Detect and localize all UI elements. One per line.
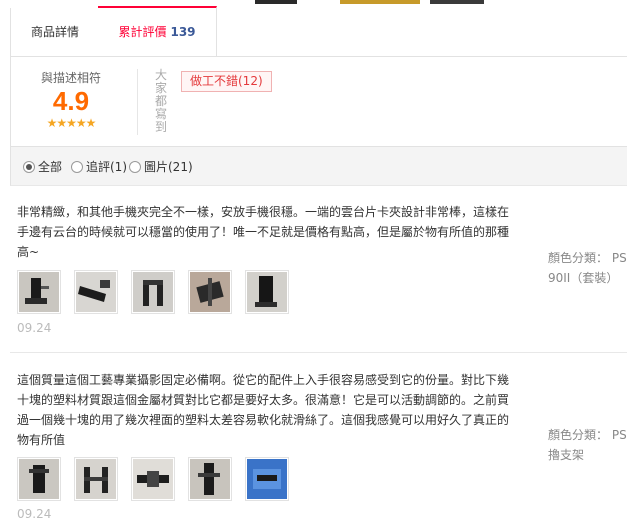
review-item: 非常精緻，和其他手機夾完全不一樣，安放手機很穩。一端的雲台片卡夾設計非常棒，這樣… (10, 198, 627, 343)
banner-fragment (255, 0, 297, 4)
review-photo[interactable] (17, 270, 61, 314)
filter-label: 圖片(21) (144, 160, 193, 174)
star-rating: ★★★★★ (46, 116, 97, 130)
banner-fragment (430, 0, 484, 4)
keyword-tags: 做工不錯(12) (181, 71, 272, 92)
review-photos (17, 457, 289, 501)
review-filter-bar: 全部 追評(1) 圖片(21) (10, 147, 627, 186)
filter-follow-up[interactable]: 追評(1) (71, 158, 127, 175)
review-sku: 顏色分類： PS-擼支架 (548, 425, 627, 465)
review-text: 非常精緻，和其他手機夾完全不一樣，安放手機很穩。一端的雲台片卡夾設計非常棒，這樣… (17, 205, 510, 259)
review-photo[interactable] (188, 270, 232, 314)
review-photo[interactable] (74, 457, 118, 501)
review-date: 09.24 (17, 321, 52, 335)
tab-product-details[interactable]: 商品詳情 (10, 8, 100, 56)
review-sku: 顏色分類： PS-90II（套裝） (548, 248, 627, 288)
filter-label: 全部 (38, 160, 63, 174)
review-photo[interactable] (131, 457, 175, 501)
review-count: 139 (170, 25, 196, 39)
radio-icon[interactable] (129, 160, 141, 173)
top-banner-strip (0, 0, 627, 4)
sku-label: 顏色分類： (548, 251, 609, 265)
filter-images[interactable]: 圖片(21) (129, 158, 193, 175)
review-photo[interactable] (74, 270, 118, 314)
rating-summary: 與描述相符 4.9 ★★★★★ 大家都寫到 做工不錯(12) (10, 57, 627, 146)
rating-label: 與描述相符 (40, 71, 101, 85)
radio-icon[interactable] (71, 160, 83, 173)
tab-reviews[interactable]: 累計評價 139 (98, 6, 217, 56)
radio-selected-icon[interactable] (23, 160, 35, 173)
review-text: 這個質量這個工藝專業攝影固定必備啊。從它的配件上入手很容易感受到它的份量。對比下… (17, 373, 510, 447)
review-photo[interactable] (188, 457, 232, 501)
keyword-tag[interactable]: 做工不錯(12) (181, 71, 272, 92)
divider (137, 69, 138, 135)
tab-label: 商品詳情 (30, 25, 79, 39)
review-date: 09.24 (17, 507, 52, 521)
tab-label: 累計評價 (118, 25, 167, 39)
banner-fragment (340, 0, 420, 4)
rating-score: 4.9 (52, 86, 90, 116)
detail-tabs: 商品詳情 累計評價 139 (10, 6, 627, 57)
sku-label: 顏色分類： (548, 428, 609, 442)
filter-label: 追評(1) (86, 160, 127, 174)
divider (10, 352, 627, 353)
filter-all[interactable]: 全部 (23, 158, 62, 175)
review-photo[interactable] (131, 270, 175, 314)
review-item: 這個質量這個工藝專業攝影固定必備啊。從它的配件上入手很容易感受到它的份量。對比下… (10, 367, 627, 521)
keywords-heading: 大家都寫到 (155, 68, 168, 134)
review-photo[interactable] (17, 457, 61, 501)
review-photo[interactable] (245, 457, 289, 501)
rating-box: 與描述相符 4.9 ★★★★★ (21, 69, 121, 130)
review-photos (17, 270, 289, 314)
review-photo[interactable] (245, 270, 289, 314)
